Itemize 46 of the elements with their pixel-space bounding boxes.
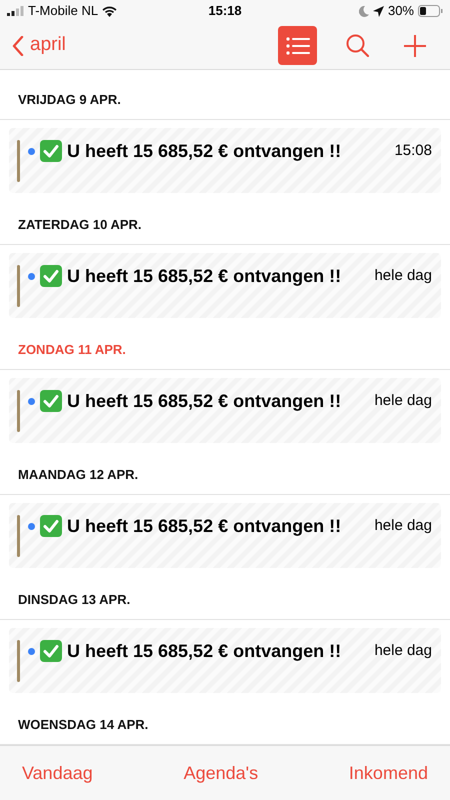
- event-title: U heeft 15 685,52 € ontvangen !!: [67, 140, 342, 163]
- chevron-left-icon: [12, 36, 24, 56]
- signal-icon: [7, 6, 24, 16]
- calendar-color-bar: [17, 640, 20, 682]
- event-title: U heeft 15 685,52 € ontvangen !!: [67, 515, 342, 538]
- check-mark-icon: [40, 265, 62, 287]
- search-button[interactable]: [345, 34, 369, 58]
- calendar-color-bar: [17, 515, 20, 557]
- carrier-name: T-Mobile NL: [28, 2, 98, 20]
- plus-icon: [404, 34, 426, 56]
- event-title: U heeft 15 685,52 € ontvangen !!: [67, 640, 342, 663]
- list-view-button[interactable]: [278, 26, 317, 65]
- event-card[interactable]: U heeft 15 685,52 € ontvangen !! hele dag: [9, 628, 441, 693]
- wifi-icon: [102, 6, 118, 16]
- event-time: hele dag: [374, 641, 432, 661]
- location-arrow-icon: [372, 6, 384, 16]
- event-time: hele dag: [374, 266, 432, 286]
- check-mark-icon: [40, 390, 62, 412]
- day-header: ZONDAG 11 APR.: [18, 340, 126, 359]
- event-time: 15:08: [394, 141, 432, 161]
- day-header: WOENSDAG 14 APR.: [18, 716, 148, 734]
- event-card[interactable]: U heeft 15 685,52 € ontvangen !! 15:08: [9, 128, 441, 193]
- battery-percent: 30%: [388, 2, 414, 20]
- clock-time: 15:18: [208, 2, 242, 20]
- moon-icon: [358, 6, 369, 16]
- day-header: VRIJDAG 9 APR.: [18, 90, 121, 109]
- battery-icon: [418, 5, 443, 17]
- calendar-color-bar: [17, 140, 20, 182]
- check-mark-icon: [40, 515, 62, 537]
- calendar-color-bar: [17, 390, 20, 432]
- day-header: MAANDAG 12 APR.: [18, 466, 138, 484]
- add-button[interactable]: [404, 34, 426, 56]
- event-card[interactable]: U heeft 15 685,52 € ontvangen !! hele dag: [9, 503, 441, 568]
- list-icon: [286, 36, 310, 54]
- calendar-color-bar: [17, 265, 20, 307]
- check-mark-icon: [40, 140, 62, 162]
- event-title: U heeft 15 685,52 € ontvangen !!: [67, 265, 342, 288]
- event-card[interactable]: U heeft 15 685,52 € ontvangen !! hele dag: [9, 378, 441, 443]
- check-mark-icon: [40, 640, 62, 662]
- event-title: U heeft 15 685,52 € ontvangen !!: [67, 390, 342, 413]
- search-icon: [346, 34, 368, 57]
- event-time: hele dag: [374, 516, 432, 536]
- day-header: DINSDAG 13 APR.: [18, 590, 130, 609]
- event-time: hele dag: [374, 391, 432, 411]
- day-header: ZATERDAG 10 APR.: [18, 216, 142, 234]
- event-card[interactable]: U heeft 15 685,52 € ontvangen !! hele dag: [9, 253, 441, 318]
